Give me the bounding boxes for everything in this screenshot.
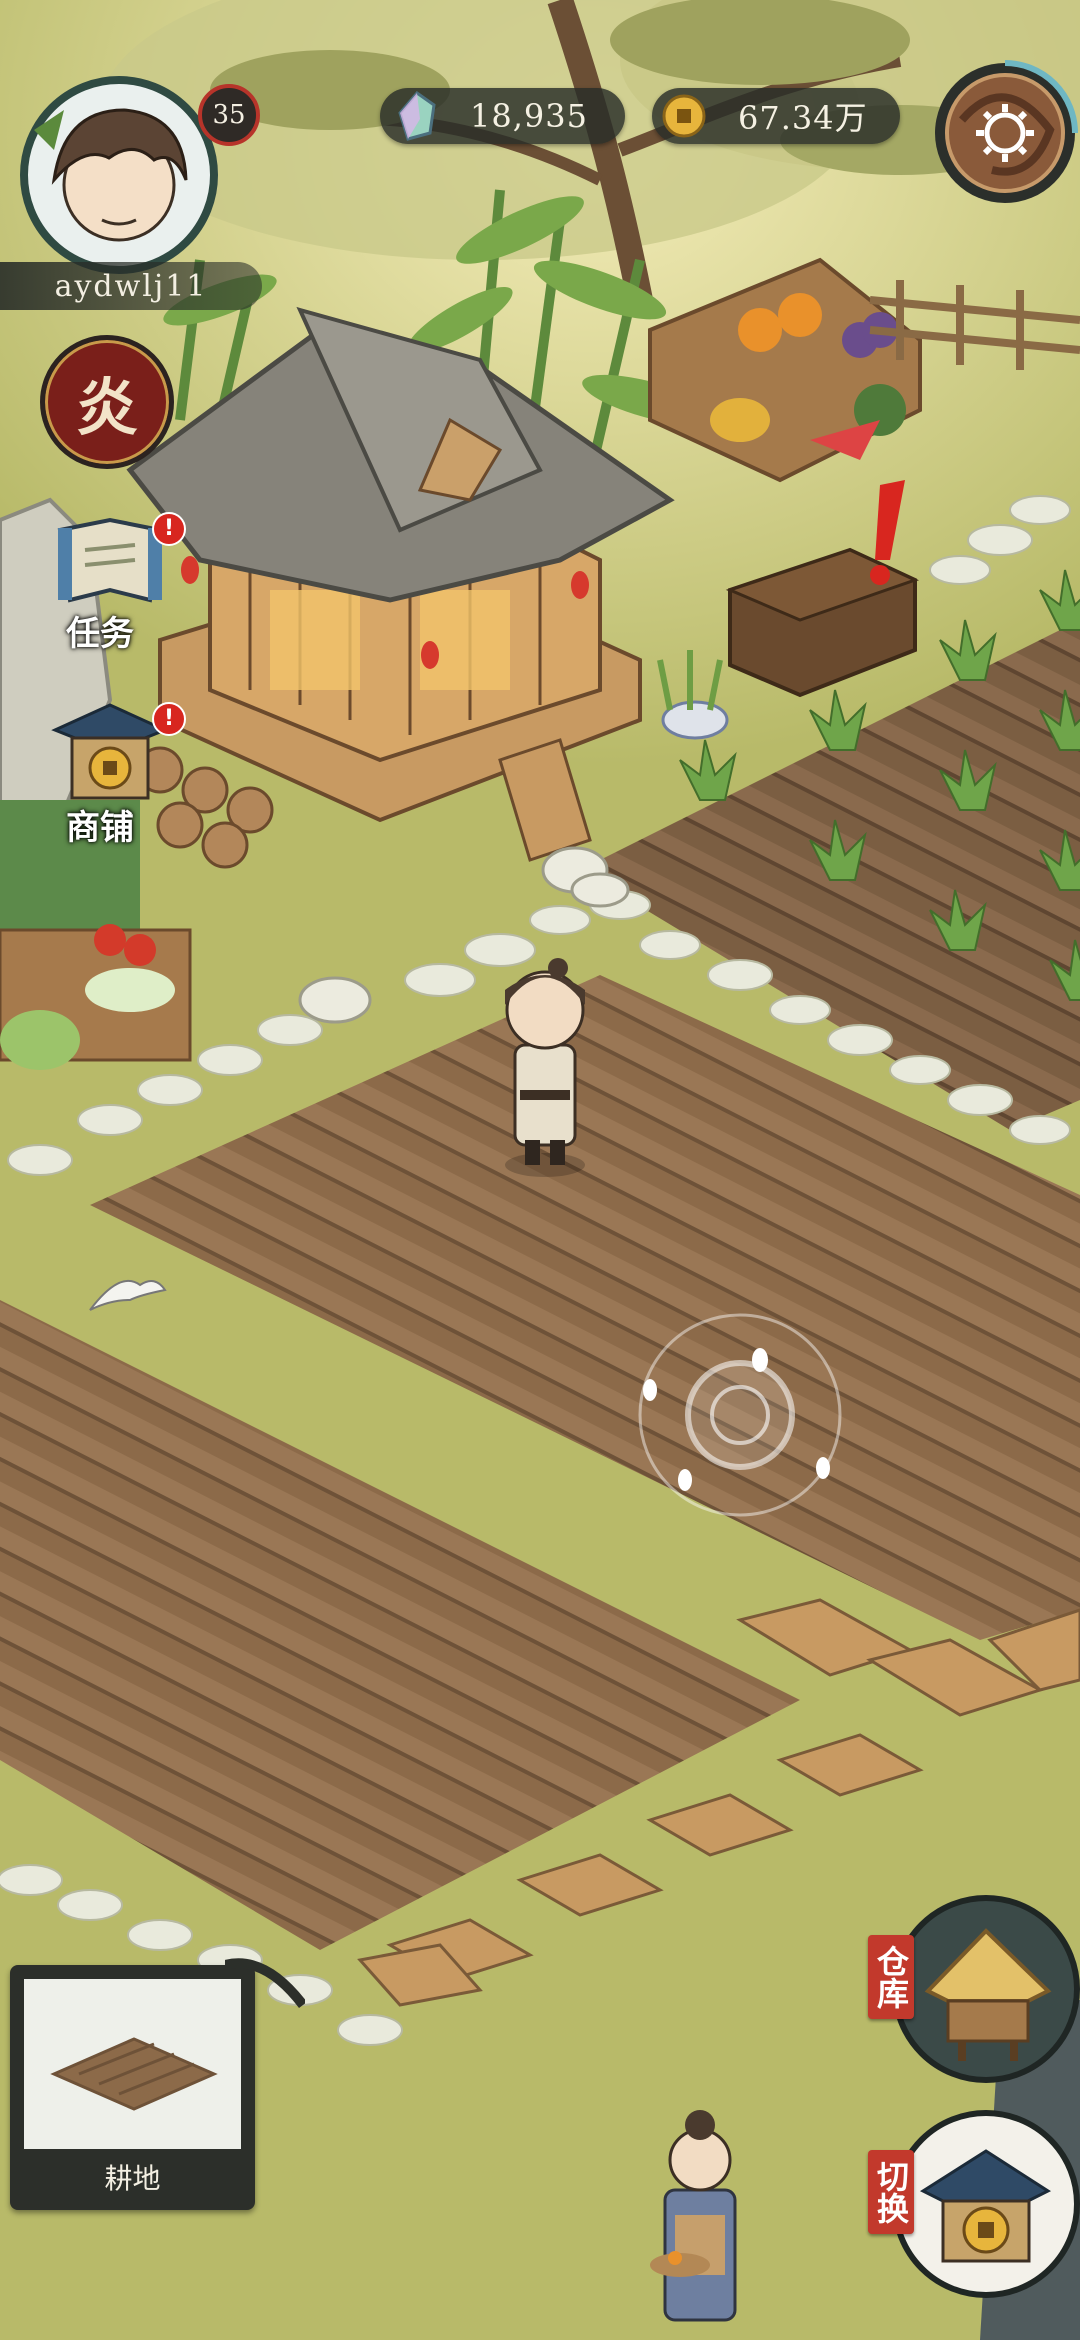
shop-building-icon xyxy=(919,2149,1052,2263)
switch-circle xyxy=(892,2110,1080,2298)
event-emblem: 炎 xyxy=(40,335,174,469)
build-item-preview xyxy=(24,1979,241,2149)
gem-counter[interactable]: 18,935 xyxy=(380,88,625,144)
shop-button[interactable]: ! 商铺 xyxy=(20,700,190,850)
tasks-button[interactable]: ! 任务 xyxy=(20,510,190,660)
tasks-label: 任务 xyxy=(66,614,134,654)
shop-label: 商铺 xyxy=(66,808,134,848)
settings-button[interactable] xyxy=(932,60,1078,206)
warehouse-circle xyxy=(892,1895,1080,2083)
event-button[interactable]: 炎 xyxy=(40,335,174,469)
barn-icon xyxy=(924,1928,1052,2061)
avatar-frame xyxy=(20,76,218,274)
coin-icon xyxy=(662,94,706,138)
player-avatar[interactable] xyxy=(14,70,224,280)
brush-stroke-icon xyxy=(225,1958,305,2009)
coin-count: 67.34万 xyxy=(738,99,868,137)
farmland-tile-icon xyxy=(50,2037,218,2111)
shop-alert-badge: ! xyxy=(152,702,186,736)
gear-icon xyxy=(935,60,1078,203)
tasks-alert-badge: ! xyxy=(152,512,186,546)
level-value: 35 xyxy=(212,100,246,130)
event-label: 炎 xyxy=(75,371,138,444)
warehouse-label: 仓库 xyxy=(868,1935,914,2019)
coin-counter[interactable]: 67.34万 xyxy=(652,88,900,144)
build-item-card[interactable]: 耕地 xyxy=(10,1958,305,2210)
build-item-label: 耕地 xyxy=(104,2162,161,2195)
switch-label: 切换 xyxy=(868,2150,914,2234)
gem-icon xyxy=(398,90,436,141)
warehouse-button[interactable]: 仓库 xyxy=(868,1895,1080,2085)
username: aydwlj11 xyxy=(54,268,208,304)
username-plate: aydwlj11 xyxy=(0,262,262,310)
level-badge: 35 xyxy=(198,84,260,146)
switch-button[interactable]: 切换 xyxy=(868,2110,1080,2310)
gem-count: 18,935 xyxy=(470,97,588,135)
